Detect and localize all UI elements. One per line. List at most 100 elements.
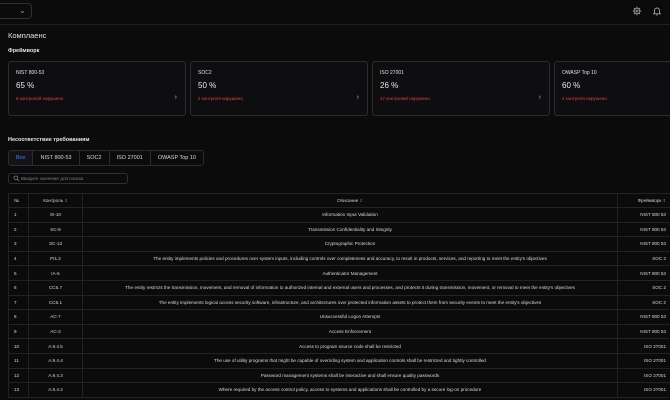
column-header-framework[interactable]: Фреймворк ⇕: [617, 193, 670, 208]
tab-all[interactable]: Все: [9, 151, 34, 165]
row-control: A.9.4.5: [28, 338, 83, 354]
row-framework: ISO 27001: [617, 338, 670, 354]
noncompliance-section-title: Несоответствие требованиям: [8, 137, 90, 143]
row-description: Password management systems shall be int…: [82, 367, 618, 384]
row-control: IA-5: [28, 265, 83, 281]
row-control: A.9.4.2: [28, 382, 83, 398]
table-row[interactable]: 2 SC-8 Transmission Confidentiality and In…: [8, 221, 670, 238]
table-row[interactable]: 6 CC6.7 The entity restricts the transmiss…: [8, 279, 670, 296]
row-description: Where required by the access control pol…: [82, 382, 618, 398]
header-label: №: [14, 198, 19, 203]
workspace-dropdown[interactable]: ⌄: [0, 3, 32, 19]
row-number: 7: [8, 294, 29, 311]
row-description: The entity restricts the transmission, m…: [82, 279, 618, 296]
card-compliance-percent: 60 %: [562, 81, 581, 90]
row-number: 10: [8, 338, 29, 354]
row-number: 3: [8, 236, 29, 252]
table-row[interactable]: 13 A.9.4.2 Where required by the access co…: [8, 382, 670, 398]
card-violations: 4 контроля нарушено: [562, 96, 607, 101]
row-framework: NIST 800 53: [617, 236, 670, 252]
row-number: 5: [8, 265, 29, 281]
chevron-right-icon[interactable]: ›: [357, 94, 359, 101]
row-control: SC-13: [28, 236, 83, 252]
row-framework: SOC 2: [617, 294, 670, 311]
search-input[interactable]: [21, 174, 121, 183]
table-row[interactable]: 11 A.9.4.4 The use of utility programs tha…: [8, 352, 670, 369]
framework-card-owasp[interactable]: OWASP Top 10 60 % 4 контроля нарушено: [554, 61, 670, 116]
table-row[interactable]: 12 A.9.4.3 Password management systems sha…: [8, 367, 670, 384]
table-row[interactable]: 3 SC-13 Cryptographic Protection NIST 800 5…: [8, 236, 670, 252]
row-description: Transmission Confidentiality and Integri…: [82, 221, 618, 238]
column-header-description[interactable]: Описание ⇕: [82, 193, 618, 208]
row-control: SI-10: [28, 207, 83, 223]
row-framework: NIST 800 53: [617, 323, 670, 340]
card-compliance-percent: 65 %: [16, 81, 35, 90]
card-framework-name: SOC2: [198, 70, 212, 76]
row-description: Access to program source code shall be r…: [82, 338, 618, 354]
card-framework-name: NIST 800-53: [16, 70, 45, 76]
table-row[interactable]: 8 AC-7 Unsuccessful Logon Attempts NIST 800…: [8, 309, 670, 325]
row-control: CC6.7: [28, 279, 83, 296]
card-violations: 17 контролей нарушено: [380, 96, 430, 101]
search-box: [8, 173, 128, 184]
row-description: Information Input Validation: [82, 207, 618, 223]
row-control: SC-8: [28, 221, 83, 238]
framework-filter-tabs: Все NIST 800-53 SOC2 ISO 27001 OWASP Top…: [8, 150, 204, 166]
row-number: 2: [8, 221, 29, 238]
table-row[interactable]: 9 AC-3 Access Enforcement NIST 800 53: [8, 323, 670, 340]
tab-iso-27001[interactable]: ISO 27001: [110, 151, 151, 165]
row-control: A.9.4.3: [28, 367, 83, 384]
framework-card-nist[interactable]: NIST 800-53 65 % 8 контролей нарушено ›: [8, 61, 186, 116]
card-framework-name: OWASP Top 10: [562, 70, 597, 76]
row-number: 13: [8, 382, 29, 398]
card-framework-name: ISO 27001: [380, 70, 404, 76]
framework-card-iso27001[interactable]: ISO 27001 26 % 17 контролей нарушено ›: [372, 61, 550, 116]
row-number: 1: [8, 207, 29, 223]
row-number: 12: [8, 367, 29, 384]
row-framework: ISO 27001: [617, 367, 670, 384]
row-control: PI1.2: [28, 250, 83, 267]
framework-card-soc2[interactable]: SOC2 50 % 2 контроля нарушено ›: [190, 61, 368, 116]
row-framework: NIST 800 53: [617, 207, 670, 223]
column-header-number: №: [8, 193, 29, 208]
tab-soc2[interactable]: SOC2: [80, 151, 110, 165]
header-label: Контроль: [43, 198, 64, 203]
table-row[interactable]: 1 SI-10 Information Input Validation NIST 8…: [8, 207, 670, 223]
bell-icon[interactable]: [652, 6, 662, 16]
table-row[interactable]: 7 CC6.1 The entity implements logical acce…: [8, 294, 670, 311]
card-violations: 8 контролей нарушено: [16, 96, 64, 101]
row-number: 6: [8, 279, 29, 296]
card-violations: 2 контроля нарушено: [198, 96, 243, 101]
row-number: 9: [8, 323, 29, 340]
noncompliance-table: № Контроль ⇕ Описание ⇕ Фреймворк ⇕ 1 SI-…: [8, 193, 670, 398]
table-header-row: № Контроль ⇕ Описание ⇕ Фреймворк ⇕: [8, 193, 670, 208]
table-row[interactable]: 5 IA-5 Authenticator Management NIST 800 53: [8, 265, 670, 281]
tab-owasp-top-10[interactable]: OWASP Top 10: [151, 151, 203, 165]
page-title: Комплаенс: [8, 31, 47, 40]
header-label: Фреймворк: [637, 198, 662, 203]
row-control: CC6.1: [28, 294, 83, 311]
gear-icon[interactable]: [632, 6, 642, 16]
top-bar: ⌄: [0, 0, 670, 25]
chevron-right-icon[interactable]: ›: [175, 94, 177, 101]
sort-icon[interactable]: ⇕: [663, 198, 666, 203]
chevron-right-icon[interactable]: ›: [539, 94, 541, 101]
column-header-control[interactable]: Контроль ⇕: [28, 193, 83, 208]
row-framework: NIST 800 53: [617, 265, 670, 281]
row-description: Authenticator Management: [82, 265, 618, 281]
card-compliance-percent: 26 %: [380, 81, 399, 90]
table-row[interactable]: 4 PI1.2 The entity implements policies and…: [8, 250, 670, 267]
row-description: The entity implements policies and proce…: [82, 250, 618, 267]
table-row[interactable]: 10 A.9.4.5 Access to program source code s…: [8, 338, 670, 354]
row-description: Unsuccessful Logon Attempts: [82, 309, 618, 325]
tab-nist-800-53[interactable]: NIST 800-53: [33, 151, 80, 165]
row-framework: SOC 2: [617, 279, 670, 296]
row-framework: NIST 800 53: [617, 309, 670, 325]
row-framework: ISO 27001: [617, 382, 670, 398]
header-label: Описание: [337, 198, 359, 203]
sort-icon[interactable]: ⇕: [64, 198, 67, 203]
frameworks-section-title: Фреймворк: [8, 48, 40, 54]
sort-icon[interactable]: ⇕: [360, 198, 363, 203]
row-framework: NIST 800 53: [617, 221, 670, 238]
search-icon: [13, 175, 20, 182]
